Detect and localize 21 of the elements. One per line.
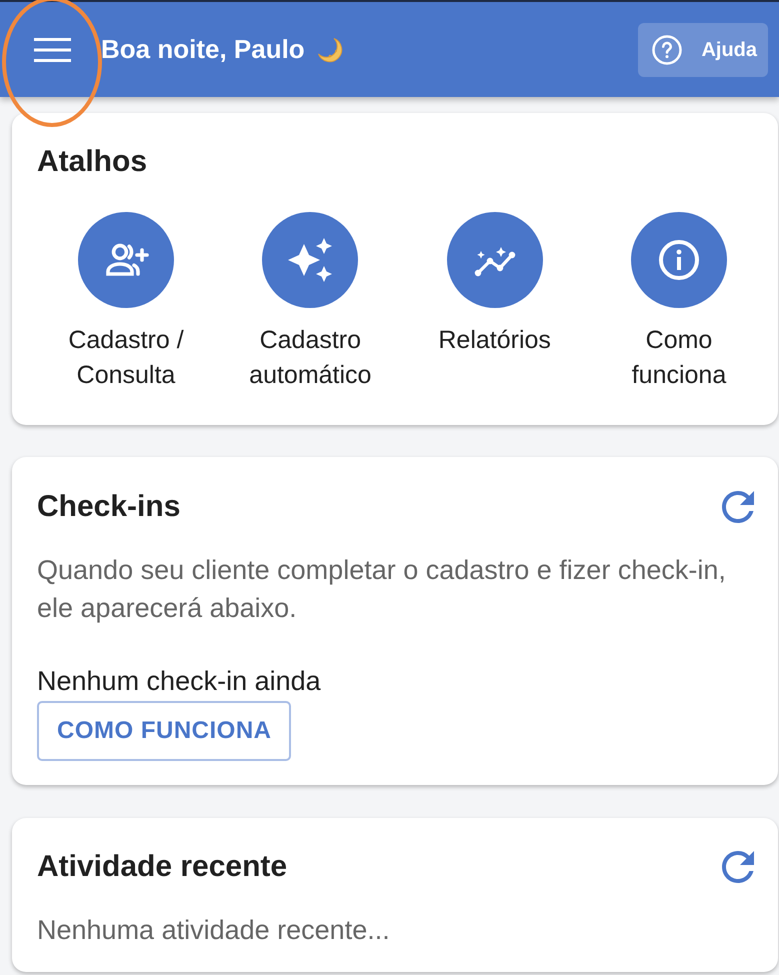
greeting-title: Boa noite, Paulo <box>101 33 305 66</box>
shortcut-button[interactable]: Cadastro automático <box>235 212 386 393</box>
how-it-works-button[interactable]: COMO FUNCIONA <box>37 701 292 761</box>
line-graph-sparkles-icon <box>446 212 543 308</box>
shortcut-button[interactable]: Cadastro / Consulta <box>51 212 201 393</box>
refresh-icon[interactable] <box>722 851 754 883</box>
refresh-icon[interactable] <box>722 491 754 523</box>
card-title: Check-ins <box>37 489 180 525</box>
card-title: Atividade recente <box>37 849 288 885</box>
sparkles-icon <box>262 212 358 308</box>
menu-icon[interactable] <box>34 38 71 62</box>
shortcut-button[interactable]: Como funciona <box>604 212 754 393</box>
shortcut-button[interactable]: Relatórios <box>420 212 570 393</box>
crescent-moon-icon <box>316 36 343 62</box>
help-icon <box>652 34 682 64</box>
info-icon <box>630 212 727 308</box>
empty-state-text: Nenhuma atividade recente... <box>37 914 390 946</box>
card-title: Atalhos <box>37 144 148 180</box>
empty-state-text: Nenhum check-in ainda <box>37 665 321 697</box>
person-plus-icon <box>78 212 174 308</box>
description-text: Quando seu cliente completar o cadastro e fizer check-in, ele aparecerá abaixo. <box>37 554 727 625</box>
